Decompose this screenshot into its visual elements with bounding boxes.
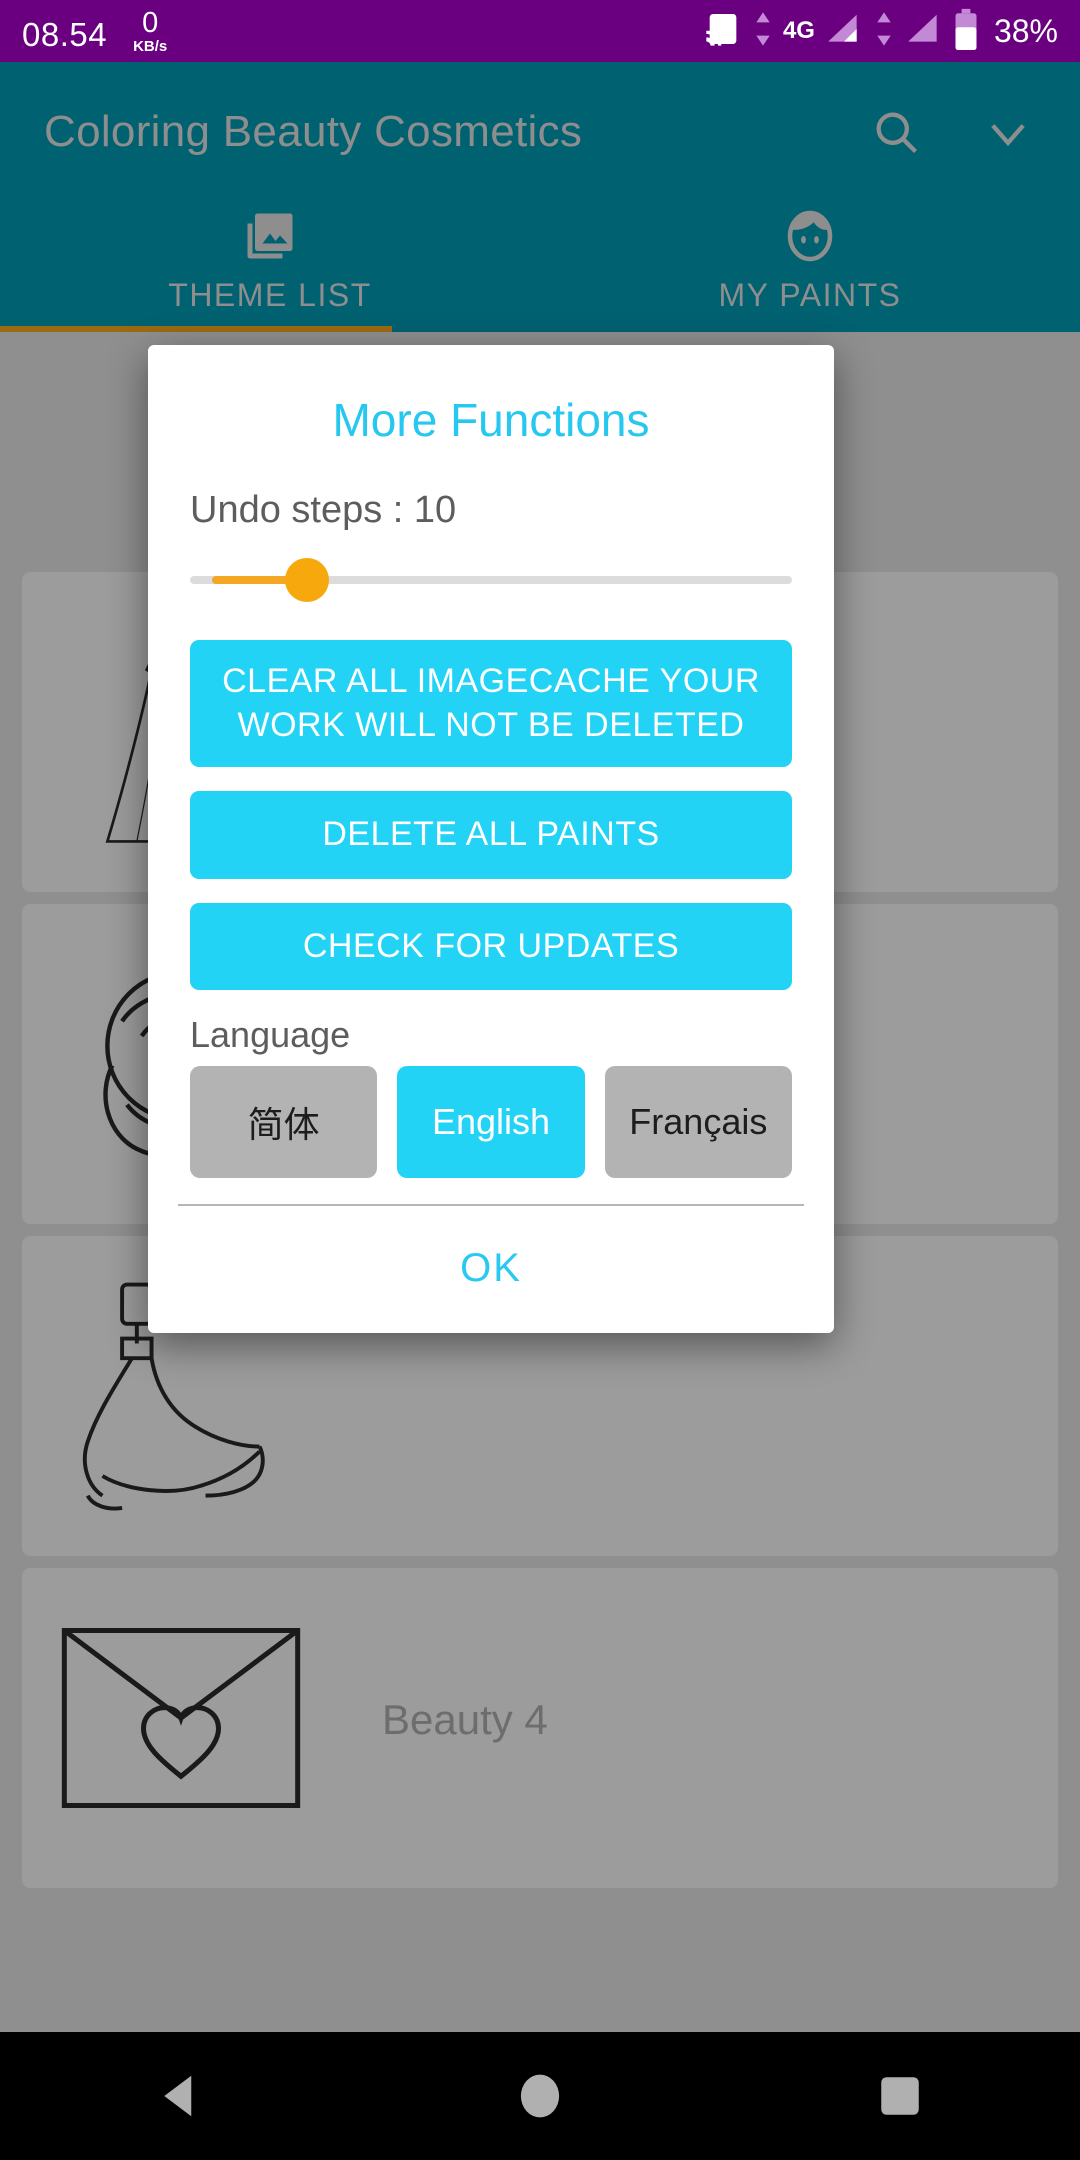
app-bar: Coloring Beauty Cosmetics THEME LIST MY … [0,62,1080,332]
language-label: Language [190,1014,351,1056]
page-title: Coloring Beauty Cosmetics [44,107,583,156]
battery-percent-label: 38% [993,12,1058,49]
system-navigation-bar [0,2032,1080,2160]
signal-icon-2 [904,10,944,53]
mobile-data-icon-2 [873,9,895,54]
recents-icon[interactable] [840,2032,960,2160]
undo-steps-label: Undo steps : 10 [190,489,457,531]
cast-icon [703,9,743,54]
dialog-actions: OK [148,1206,834,1333]
tab-theme-list-label: THEME LIST [168,277,372,313]
network-type-label: 4G [782,17,815,44]
check-for-updates-button[interactable]: CHECK FOR UPDATES [190,902,792,991]
status-time: 08.54 [22,15,108,53]
back-icon[interactable] [120,2032,240,2160]
tab-theme-list[interactable]: THEME LIST [0,202,540,332]
list-item-title: Beauty 4 [382,1696,548,1743]
language-selector: 简体 English Français [148,1066,834,1204]
app-bar-top-row: Coloring Beauty Cosmetics [0,62,1080,202]
network-speed-indicator: 0 KB/s [133,6,168,55]
ok-button[interactable]: OK [420,1240,562,1297]
network-speed-unit: KB/s [133,37,168,55]
chevron-down-icon[interactable] [980,104,1036,160]
clear-image-cache-button[interactable]: CLEAR ALL IMAGECACHE YOUR WORK WILL NOT … [190,640,792,768]
language-option-simplified-chinese[interactable]: 简体 [190,1066,378,1179]
undo-steps-slider[interactable] [190,550,792,610]
search-icon[interactable] [868,104,924,160]
home-icon[interactable] [480,2032,600,2160]
face-icon [780,206,840,271]
dialog-title: More Functions [332,394,650,446]
photo-library-icon [240,206,300,271]
tab-my-paints[interactable]: MY PAINTS [540,202,1080,332]
signal-icon-1 [824,10,864,53]
mobile-data-icon [752,9,774,54]
status-bar-right: 4G 38% [703,8,1058,55]
app-bar-actions [868,104,1036,160]
envelope-heart-line-art [56,1618,306,1823]
slider-thumb[interactable] [285,558,329,602]
language-option-french[interactable]: Français [604,1066,792,1179]
status-bar-left: 08.54 0 KB/s [22,6,168,55]
tab-bar: THEME LIST MY PAINTS [0,202,1080,332]
status-bar: 08.54 0 KB/s 4G 38% [0,0,1080,62]
battery-icon [953,8,979,55]
list-item[interactable]: Beauty 4 [22,1568,1058,1888]
tab-my-paints-label: MY PAINTS [718,277,902,313]
more-functions-dialog: More Functions Undo steps : 10 CLEAR ALL… [148,345,834,1334]
delete-all-paints-button[interactable]: DELETE ALL PAINTS [190,791,792,879]
network-speed-value: 0 [142,6,159,39]
language-option-english[interactable]: English [397,1066,585,1179]
